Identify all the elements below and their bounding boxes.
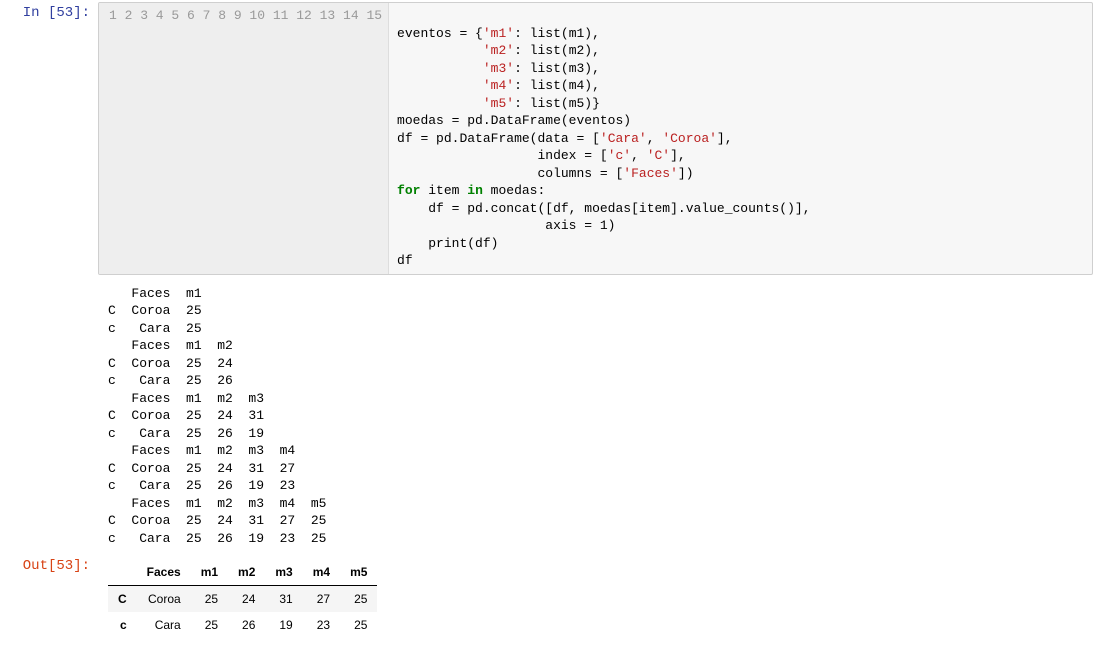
col-header — [108, 559, 137, 586]
col-header: m2 — [228, 559, 265, 586]
cell: Cara — [137, 612, 191, 638]
row-index: c — [108, 612, 137, 638]
cell: 25 — [340, 612, 377, 638]
cell: 27 — [303, 586, 340, 613]
output-table-area: Faces m1 m2 m3 m4 m5 C Coroa 25 24 31 27… — [98, 555, 1093, 646]
input-cell: In [53]: 1 2 3 4 5 6 7 8 9 10 11 12 13 1… — [0, 0, 1093, 277]
code-editor[interactable]: 1 2 3 4 5 6 7 8 9 10 11 12 13 14 15 even… — [98, 2, 1093, 275]
row-index: C — [108, 586, 137, 613]
code-content[interactable]: eventos = {'m1': list(m1), 'm2': list(m2… — [389, 3, 1092, 274]
empty-prompt — [0, 279, 98, 552]
line-gutter: 1 2 3 4 5 6 7 8 9 10 11 12 13 14 15 — [99, 3, 389, 274]
input-prompt: In [53]: — [0, 2, 98, 275]
cell: 26 — [228, 612, 265, 638]
cell: 25 — [191, 612, 228, 638]
output-cell: Out[53]: Faces m1 m2 m3 m4 m5 C Coroa 25 — [0, 553, 1093, 648]
table-header-row: Faces m1 m2 m3 m4 m5 — [108, 559, 377, 586]
cell: 19 — [265, 612, 302, 638]
col-header: m5 — [340, 559, 377, 586]
col-header: Faces — [137, 559, 191, 586]
cell: 31 — [265, 586, 302, 613]
output-prompt: Out[53]: — [0, 555, 98, 646]
table-row: c Cara 25 26 19 23 25 — [108, 612, 377, 638]
col-header: m1 — [191, 559, 228, 586]
cell: 23 — [303, 612, 340, 638]
col-header: m4 — [303, 559, 340, 586]
col-header: m3 — [265, 559, 302, 586]
cell: Coroa — [137, 586, 191, 613]
cell: 24 — [228, 586, 265, 613]
cell: 25 — [340, 586, 377, 613]
stdout-text: Faces m1 C Coroa 25 c Cara 25 Faces m1 m… — [98, 279, 1093, 552]
table-row: C Coroa 25 24 31 27 25 — [108, 586, 377, 613]
dataframe-table: Faces m1 m2 m3 m4 m5 C Coroa 25 24 31 27… — [108, 559, 377, 638]
cell: 25 — [191, 586, 228, 613]
stdout-cell: Faces m1 C Coroa 25 c Cara 25 Faces m1 m… — [0, 277, 1093, 554]
